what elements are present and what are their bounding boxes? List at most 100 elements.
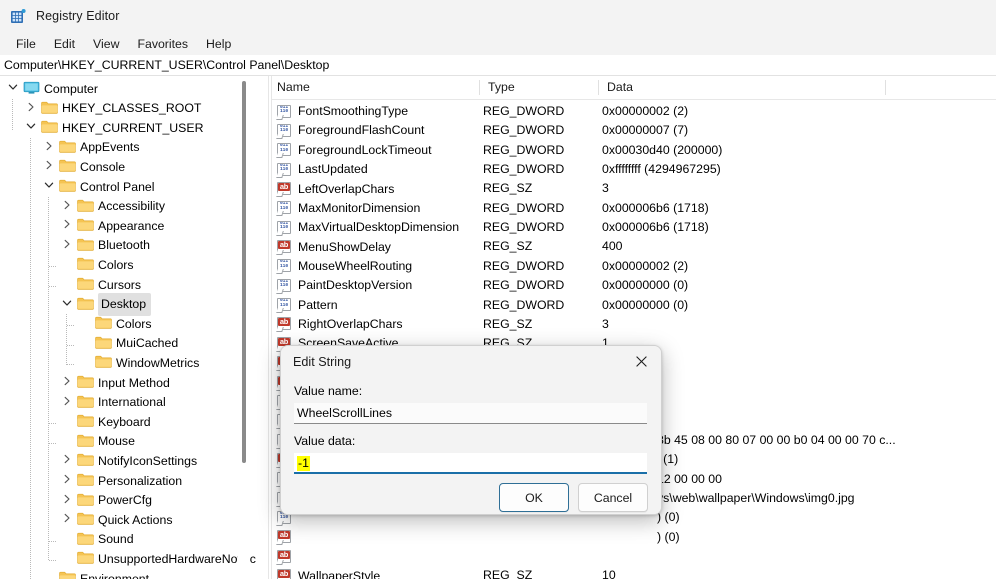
chevron-right-icon[interactable] <box>61 375 77 391</box>
close-icon[interactable] <box>621 346 661 377</box>
tree-item-unsupportedhardwarenotific[interactable]: UnsupportedHardwareNotific <box>61 549 256 569</box>
menu-favorites[interactable]: Favorites <box>128 35 197 53</box>
folder-icon <box>59 571 76 579</box>
tree-item-appearance[interactable]: Appearance <box>61 216 256 236</box>
tree-item-quick-actions[interactable]: Quick Actions <box>61 510 256 530</box>
value-name-cell[interactable]: ab LeftOverlapChars <box>272 179 394 198</box>
chevron-down-icon[interactable] <box>43 179 59 195</box>
chevron-down-icon[interactable] <box>7 81 23 97</box>
cancel-button[interactable]: Cancel <box>578 483 648 512</box>
chevron-down-icon[interactable] <box>61 297 77 313</box>
chevron-right-icon[interactable] <box>61 199 77 215</box>
tree-item-input-method[interactable]: Input Method <box>61 373 256 393</box>
table-row[interactable]: ab RightOverlapChars REG_SZ 3 <box>272 315 996 334</box>
ok-button[interactable]: OK <box>499 483 569 512</box>
registry-path[interactable]: Computer\HKEY_CURRENT_USER\Control Panel… <box>0 58 329 72</box>
value-name-cell[interactable]: 011 110 PaintDesktopVersion <box>272 276 412 295</box>
tree-item-computer[interactable]: Computer <box>7 79 256 99</box>
tree-item-international[interactable]: International <box>61 393 256 413</box>
table-row[interactable]: 011 110 PaintDesktopVersion REG_DWORD 0x0000… <box>272 276 996 295</box>
value-name-cell[interactable]: 011 110 Pattern <box>272 296 338 315</box>
value-name-cell[interactable]: 011 110 MouseWheelRouting <box>272 257 412 276</box>
value-name-input[interactable]: WheelScrollLines <box>294 403 647 424</box>
tree-item-hkey-current-user[interactable]: HKEY_CURRENT_USER <box>25 118 256 138</box>
tree-item-environment[interactable]: Environment <box>43 569 256 579</box>
tree-item-personalization[interactable]: Personalization <box>61 471 256 491</box>
tree-item-powercfg[interactable]: PowerCfg <box>61 491 256 511</box>
table-row[interactable]: ab WallpaperStyle REG_SZ 10 <box>272 566 996 579</box>
chevron-right-icon[interactable] <box>61 395 77 411</box>
value-name-cell[interactable]: ab MenuShowDelay <box>272 237 391 256</box>
chevron-right-icon[interactable] <box>61 453 77 469</box>
table-row[interactable]: 011 110 Pattern REG_DWORD 0x00000000 (0) <box>272 296 996 315</box>
value-type-cell: REG_DWORD <box>483 104 565 118</box>
value-name-cell[interactable]: ab <box>272 528 298 547</box>
chevron-right-icon[interactable] <box>61 473 77 489</box>
value-name-cell[interactable]: 011 110 ForegroundLockTimeout <box>272 141 432 160</box>
chevron-right-icon[interactable] <box>61 238 77 254</box>
column-divider-1[interactable] <box>479 80 480 95</box>
table-row[interactable]: ab <box>272 547 996 566</box>
table-row[interactable]: 011 110 FontSmoothingType REG_DWORD 0x000000… <box>272 102 996 121</box>
tree-item-colors[interactable]: Colors <box>79 314 256 334</box>
value-data-text[interactable]: -1 <box>297 456 310 471</box>
chevron-right-icon[interactable] <box>61 512 77 528</box>
tree-item-control-panel[interactable]: Control Panel <box>43 177 256 197</box>
column-divider-3[interactable] <box>885 80 886 95</box>
value-name-cell[interactable]: 011 110 MaxVirtualDesktopDimension <box>272 218 459 237</box>
tree-item-windowmetrics[interactable]: WindowMetrics <box>79 353 256 373</box>
chevron-right-icon[interactable] <box>43 140 59 156</box>
folder-icon <box>77 532 94 548</box>
menu-view[interactable]: View <box>84 35 128 53</box>
tree-item-keyboard[interactable]: Keyboard <box>61 412 256 432</box>
table-row[interactable]: ab) (0) <box>272 528 996 547</box>
table-row[interactable]: 011 110 MaxMonitorDimension REG_DWORD 0x0000… <box>272 199 996 218</box>
column-header-data[interactable]: Data <box>602 76 885 99</box>
table-row[interactable]: 011 110 MouseWheelRouting REG_DWORD 0x000000… <box>272 257 996 276</box>
tree-scrollbar[interactable] <box>238 76 250 579</box>
tree-item-muicached[interactable]: MuiCached <box>79 334 256 354</box>
chevron-down-icon[interactable] <box>25 120 41 136</box>
chevron-right-icon[interactable] <box>61 218 77 234</box>
table-row[interactable]: ab LeftOverlapChars REG_SZ 3 <box>272 179 996 198</box>
value-name-cell[interactable]: 011 110 FontSmoothingType <box>272 102 408 121</box>
column-divider-2[interactable] <box>598 80 599 95</box>
value-name-cell[interactable]: 011 110 LastUpdated <box>272 160 368 179</box>
table-row[interactable]: 011 110 LastUpdated REG_DWORD 0xffffffff (42… <box>272 160 996 179</box>
tree-item-notifyiconsettings[interactable]: NotifyIconSettings <box>61 451 256 471</box>
tree-item-mouse[interactable]: Mouse <box>61 432 256 452</box>
value-name-cell[interactable]: 011 110 ForegroundFlashCount <box>272 121 424 140</box>
tree-item-hkey-classes-root[interactable]: HKEY_CLASSES_ROOT <box>25 99 256 119</box>
tree-item-cursors[interactable]: Cursors <box>61 275 256 295</box>
table-row[interactable]: ab MenuShowDelay REG_SZ 400 <box>272 237 996 256</box>
chevron-right-icon[interactable] <box>43 159 59 175</box>
chevron-right-icon[interactable] <box>25 101 41 117</box>
table-row[interactable]: 011 110 MaxVirtualDesktopDimension REG_DWOR… <box>272 218 996 237</box>
value-name-cell[interactable]: ab RightOverlapChars <box>272 315 403 334</box>
tree-item-bluetooth[interactable]: Bluetooth <box>61 236 256 256</box>
table-row[interactable]: 011 110 ForegroundFlashCount REG_DWORD 0x000… <box>272 121 996 140</box>
table-row[interactable]: 011 110 ForegroundLockTimeout REG_DWORD 0x00… <box>272 141 996 160</box>
tree-item-colors[interactable]: Colors <box>61 255 256 275</box>
chevron-right-icon[interactable] <box>61 493 77 509</box>
value-data-cell: vs\web\wallpaper\Windows\img0.jpg <box>657 491 855 505</box>
folder-icon <box>77 218 94 234</box>
tree-scrollbar-thumb[interactable] <box>242 81 246 463</box>
menu-edit[interactable]: Edit <box>45 35 84 53</box>
address-bar[interactable]: Computer\HKEY_CURRENT_USER\Control Panel… <box>0 55 996 76</box>
value-data-input[interactable]: -1 <box>294 453 647 474</box>
tree-item-console[interactable]: Console <box>43 157 256 177</box>
value-name-cell[interactable]: 011 110 MaxMonitorDimension <box>272 199 420 218</box>
column-header-type[interactable]: Type <box>483 76 602 99</box>
tree-item-desktop[interactable]: Desktop <box>61 293 256 317</box>
folder-icon <box>77 493 94 509</box>
tree-item-sound[interactable]: Sound <box>61 530 256 550</box>
tree-item-appevents[interactable]: AppEvents <box>43 138 256 158</box>
value-name-cell[interactable]: ab WallpaperStyle <box>272 566 380 579</box>
menu-file[interactable]: File <box>7 35 45 53</box>
registry-tree-pane[interactable]: Computer HKEY_CLASSES_ROOT HKEY_CURRENT_US… <box>0 76 256 579</box>
column-header-name[interactable]: Name <box>272 76 483 99</box>
menu-help[interactable]: Help <box>197 35 240 53</box>
tree-item-accessibility[interactable]: Accessibility <box>61 197 256 217</box>
value-name-cell[interactable]: ab <box>272 547 298 566</box>
